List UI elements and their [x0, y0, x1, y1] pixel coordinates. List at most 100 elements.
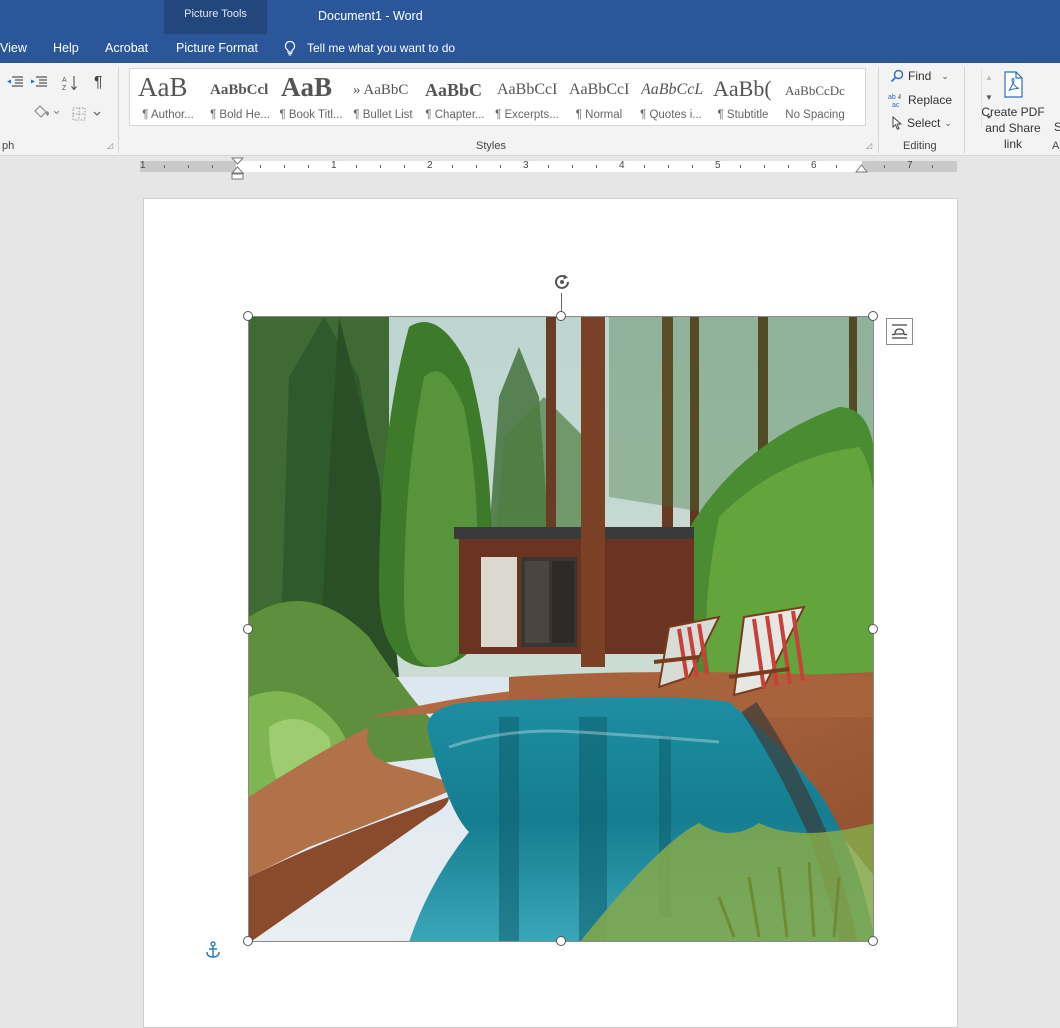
acrobat-group-label: A: [1052, 140, 1060, 152]
style-name: ¶ Book Titl...: [279, 109, 343, 121]
styles-gallery: AaB ¶ Author... AaBbCcl ¶ Bold He... AaB…: [129, 68, 993, 127]
ruler-number: 2: [427, 160, 433, 171]
style-no-spacing[interactable]: AaBbCcDc No Spacing: [782, 72, 848, 124]
style-name: ¶ Bullet List: [353, 109, 413, 121]
style-sample: AaB: [281, 72, 333, 102]
ribbon-tab-row: [0, 34, 1060, 63]
style-quotes[interactable]: AaBbCcL ¶ Quotes i...: [638, 72, 704, 124]
resize-handle-bottom[interactable]: [556, 936, 566, 946]
resize-handle-bottom-left[interactable]: [243, 936, 253, 946]
create-pdf-button[interactable]: Create PDF and Share link: [975, 104, 1051, 152]
anchor-icon[interactable]: [205, 941, 221, 959]
resize-handle-bottom-right[interactable]: [868, 936, 878, 946]
ruler-number: 3: [523, 160, 529, 171]
style-name: ¶ Excerpts...: [495, 109, 559, 121]
pdf-icon: [1000, 71, 1026, 104]
paragraph-group-label: ph: [2, 140, 15, 152]
inserted-picture[interactable]: [248, 316, 874, 942]
shading-icon[interactable]: [32, 105, 60, 122]
styles-dialog-launcher-icon[interactable]: ◿: [866, 141, 872, 150]
find-icon: [890, 69, 904, 83]
resize-handle-right[interactable]: [868, 624, 878, 634]
svg-text:A: A: [62, 77, 67, 84]
style-sample: AaBb(: [713, 76, 772, 101]
style-sample: AaBbC: [425, 80, 483, 100]
style-sample: AaBbCcL: [641, 81, 703, 98]
indent-marker-icon[interactable]: [231, 157, 244, 181]
rotate-icon[interactable]: [551, 271, 573, 293]
style-sample: AaBbCcI: [569, 81, 630, 98]
style-name: ¶ Chapter...: [425, 109, 485, 121]
ruler-number: 1: [140, 160, 146, 171]
style-bullet-list[interactable]: » AaBbC ¶ Bullet List: [350, 72, 416, 124]
style-author[interactable]: AaB ¶ Author...: [135, 72, 201, 124]
replace-label: Replace: [908, 93, 953, 107]
decrease-indent-icon[interactable]: [6, 75, 24, 92]
style-name: ¶ Stubtitle: [717, 109, 769, 121]
lightbulb-icon: [284, 40, 296, 56]
tell-me-text: Tell me what you want to do: [307, 41, 456, 55]
ruler-number: 6: [811, 160, 817, 171]
tab-acrobat[interactable]: Acrobat: [105, 41, 148, 55]
select-label: Select: [907, 116, 941, 130]
style-subtitle[interactable]: AaBb( ¶ Stubtitle: [710, 72, 776, 124]
layout-options-button[interactable]: [886, 318, 913, 345]
group-separator: [964, 67, 965, 153]
style-sample: AaBbCcI: [497, 81, 558, 98]
ruler-number: 5: [715, 160, 721, 171]
style-bold-heading[interactable]: AaBbCcl ¶ Bold He...: [207, 72, 273, 124]
share-link-label: and Share link: [985, 121, 1041, 151]
editing-group-label: Editing: [903, 140, 937, 152]
resize-handle-left[interactable]: [243, 624, 253, 634]
context-group-label: Picture Tools: [184, 8, 247, 20]
resize-handle-top-right[interactable]: [868, 311, 878, 321]
layout-options-icon: [892, 324, 907, 339]
style-name: ¶ Bold He...: [210, 109, 270, 121]
tell-me-search[interactable]: Tell me what you want to do: [283, 40, 455, 56]
style-excerpts[interactable]: AaBbCcI ¶ Excerpts...: [494, 72, 560, 124]
style-sample: » AaBbC: [353, 82, 409, 98]
style-chapter[interactable]: AaBbC ¶ Chapter...: [422, 72, 488, 124]
resize-handle-top-left[interactable]: [243, 311, 253, 321]
increase-indent-icon[interactable]: [30, 75, 48, 92]
pilcrow-icon[interactable]: ¶: [94, 74, 103, 92]
resize-handle-top[interactable]: [556, 311, 566, 321]
replace-button[interactable]: ab ac Replace: [888, 92, 952, 108]
pool-garden-picture: [249, 317, 873, 941]
sort-icon[interactable]: AZ: [62, 74, 78, 95]
ruler-number: 7: [907, 160, 913, 171]
select-button[interactable]: Select ⌄: [891, 116, 952, 130]
select-icon: [892, 116, 903, 130]
chevron-down-icon: ⌄: [944, 117, 952, 128]
style-name: No Spacing: [785, 109, 845, 121]
right-indent-marker-icon[interactable]: [855, 163, 868, 173]
find-button[interactable]: Find ⌄: [890, 69, 949, 83]
borders-icon[interactable]: [72, 107, 102, 124]
next-button-partial[interactable]: S: [1054, 120, 1060, 134]
chevron-down-icon: ⌄: [941, 70, 949, 81]
style-sample: AaBbCcl: [210, 82, 269, 98]
dialog-launcher-icon[interactable]: ◿: [107, 141, 113, 150]
create-pdf-label: Create PDF: [981, 105, 1045, 119]
group-separator: [118, 67, 119, 153]
ruler-number: 4: [619, 160, 625, 171]
tab-picture-format[interactable]: Picture Format: [176, 41, 258, 55]
style-name: ¶ Normal: [575, 109, 623, 121]
tab-view[interactable]: View: [0, 41, 27, 55]
style-name: ¶ Quotes i...: [640, 109, 702, 121]
svg-text:ab: ab: [888, 94, 896, 101]
svg-text:ac: ac: [892, 102, 900, 108]
chevron-down-icon[interactable]: ⌄: [0, 107, 2, 118]
style-normal[interactable]: AaBbCcI ¶ Normal: [566, 72, 632, 124]
find-label: Find: [908, 69, 932, 83]
style-name: ¶ Author...: [142, 109, 194, 121]
horizontal-ruler[interactable]: 1 1 2 3 4 5 6 7: [140, 160, 957, 172]
ribbon: AZ ¶ ⌄ ph ◿ AaB ¶ Author... AaBbCcl ¶ Bo…: [0, 63, 1060, 156]
replace-icon: abac: [888, 94, 901, 108]
style-sample: AaB: [138, 72, 188, 102]
svg-text:Z: Z: [62, 85, 67, 92]
scroll-up-icon[interactable]: ▲: [982, 69, 996, 87]
style-book-title[interactable]: AaB ¶ Book Titl...: [278, 72, 344, 124]
styles-group-label: Styles: [476, 140, 506, 152]
tab-help[interactable]: Help: [53, 41, 79, 55]
